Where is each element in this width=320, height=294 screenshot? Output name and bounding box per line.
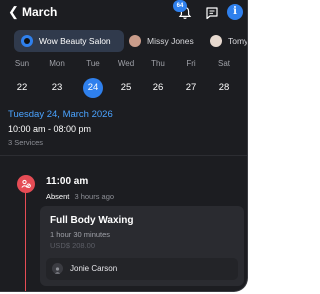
no-show-icon [17,175,35,193]
page-title[interactable]: March [22,5,57,19]
day-mon[interactable]: Mon 23 [46,58,68,97]
service-name: Full Body Waxing [50,215,134,226]
service-price: USD$ 208.00 [50,241,96,250]
service-duration: 1 hour 30 minutes [50,230,111,239]
staff-chip-label: Tomy [228,36,248,46]
day-wed[interactable]: Wed 25 [115,58,137,97]
avatar [129,35,141,47]
services-count: 3 Services [8,138,44,147]
staff-chip-label: Missy Jones [147,36,194,46]
status-time-ago: 3 hours ago [74,192,115,201]
appointment-card[interactable]: Full Body Waxing 1 hour 30 minutes USD$ … [40,206,244,286]
day-number: 22 [16,82,28,93]
salon-avatar-icon [21,35,33,47]
day-name: Sun [14,59,30,68]
day-number: 27 [185,82,197,93]
day-number: 25 [120,82,132,93]
day-name: Sat [217,59,230,68]
day-name: Tue [86,59,100,68]
day-thu[interactable]: Thu 26 [147,58,169,97]
staff-name: Jonie Carson [70,264,118,273]
day-name: Wed [117,59,135,68]
day-number: 23 [51,82,63,93]
status-label: Absent [46,192,70,201]
message-icon[interactable] [205,6,219,20]
day-tue-selected[interactable]: Tue 24 [82,58,104,98]
header: ❮ March 64 i [0,0,247,26]
day-name: Mon [49,59,65,68]
chevron-left-icon[interactable]: ❮ [8,5,19,19]
day-number: 28 [218,82,230,93]
appointment-status-row: Absent 3 hours ago [46,192,114,201]
day-fri[interactable]: Fri 27 [180,58,202,97]
staff-chip-tomy[interactable]: Tomy [203,30,248,52]
day-sat[interactable]: Sat 28 [213,58,235,97]
person-icon [52,263,63,274]
staff-chip-wow-beauty-salon[interactable]: Wow Beauty Salon [14,30,124,52]
assigned-staff: Jonie Carson [46,258,238,280]
divider [0,155,247,156]
day-sun[interactable]: Sun 22 [11,58,33,97]
day-number: 24 [83,78,103,98]
timeline-line [25,185,26,291]
appointment-time: 11:00 am [46,176,89,187]
day-name: Fri [186,59,196,68]
avatar [210,35,222,47]
staff-chip-label: Wow Beauty Salon [39,36,111,46]
info-button[interactable]: i [227,4,243,20]
app-screen: ❮ March 64 i Wow Beauty Salon Missy Jone… [0,0,248,292]
selected-date-title: Tuesday 24, March 2026 [8,109,113,120]
day-name: Thu [151,59,165,68]
staff-filter-bar: Wow Beauty Salon Missy Jones Tomy [0,30,248,54]
notification-badge: 64 [173,0,187,12]
business-hours: 10:00 am - 08:00 pm [8,124,92,134]
day-number: 26 [152,82,164,93]
staff-chip-missy-jones[interactable]: Missy Jones [122,30,206,52]
